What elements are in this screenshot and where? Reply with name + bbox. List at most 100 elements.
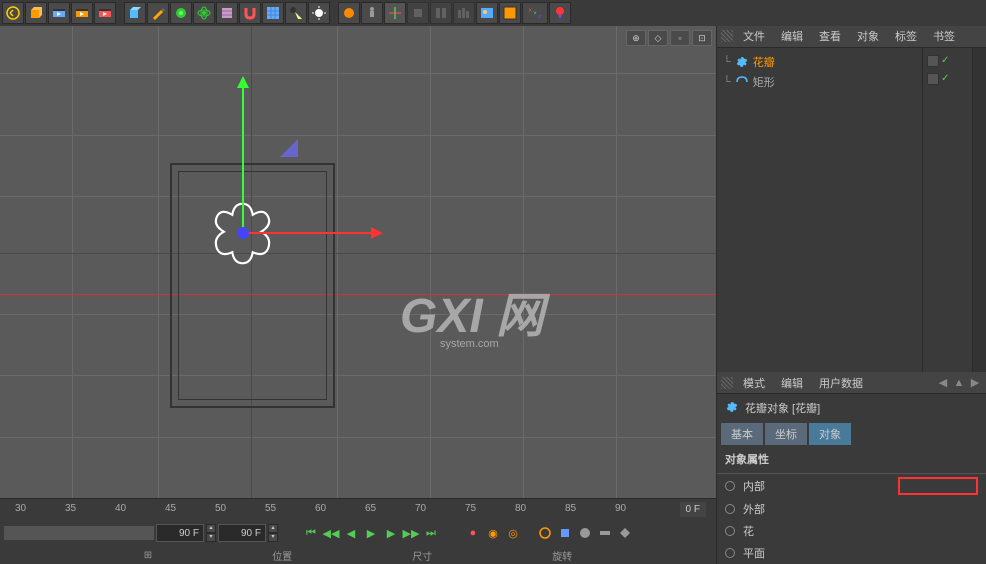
- cube-icon[interactable]: [25, 2, 47, 24]
- menu-mode[interactable]: 模式: [737, 375, 771, 391]
- highlighted-input[interactable]: [898, 477, 978, 495]
- rect-spline-icon: [735, 75, 749, 89]
- obj-item-rect[interactable]: └ 矩形: [721, 72, 918, 92]
- gizmo-center[interactable]: [237, 227, 249, 239]
- magnet-icon[interactable]: [239, 2, 261, 24]
- nav-up-icon[interactable]: ▲: [952, 376, 966, 390]
- top-toolbar: XYZ: [0, 0, 986, 26]
- frame-end-input[interactable]: [218, 524, 266, 542]
- obj-item-petal[interactable]: └ 花瓣: [721, 52, 918, 72]
- render-icon[interactable]: [476, 2, 498, 24]
- menu-object[interactable]: 对象: [851, 28, 885, 44]
- menu-view[interactable]: 查看: [813, 28, 847, 44]
- grip-icon: ⊞: [144, 550, 152, 561]
- spotlight-icon[interactable]: [285, 2, 307, 24]
- grip-icon[interactable]: [721, 30, 733, 42]
- menu-userdata[interactable]: 用户数据: [813, 375, 869, 391]
- atom-icon[interactable]: [193, 2, 215, 24]
- red-guideline: [0, 294, 716, 295]
- pen-icon[interactable]: [147, 2, 169, 24]
- gizmo-plane[interactable]: [280, 139, 298, 157]
- viewport-container: ⊕ ◇ ▫ ⊡: [0, 26, 716, 564]
- deformer-icon[interactable]: [170, 2, 192, 24]
- xyz-icon[interactable]: XYZ: [522, 2, 548, 24]
- tab-coord[interactable]: 坐标: [765, 423, 807, 445]
- autokey-icon[interactable]: ◉: [484, 524, 502, 542]
- spin-up[interactable]: ▴: [206, 524, 216, 533]
- menu-edit[interactable]: 编辑: [775, 28, 809, 44]
- snap3-icon[interactable]: [453, 2, 475, 24]
- film3-icon[interactable]: [94, 2, 116, 24]
- radio-icon[interactable]: [725, 548, 735, 558]
- timeline-controls: ▴▾ ▴▾ ⏮ ◀◀ ◀ ▶ ▶ ▶▶ ⏭ ● ◉ ◎: [0, 520, 716, 546]
- layer-tag[interactable]: [927, 73, 939, 85]
- svg-text:X: X: [529, 7, 533, 13]
- figure-icon[interactable]: [361, 2, 383, 24]
- goto-start-icon[interactable]: ⏮: [302, 524, 320, 542]
- radio-icon[interactable]: [725, 504, 735, 514]
- undo-btn[interactable]: [2, 2, 24, 24]
- grip-icon[interactable]: [721, 377, 733, 389]
- gizmo-y-axis[interactable]: [242, 78, 244, 233]
- render-region-icon[interactable]: [499, 2, 521, 24]
- key-options-icon[interactable]: ◎: [504, 524, 522, 542]
- gizmo-x-axis[interactable]: [243, 232, 381, 234]
- menu-tags[interactable]: 标签: [889, 28, 923, 44]
- next-frame-icon[interactable]: ▶: [382, 524, 400, 542]
- nav-fwd-icon[interactable]: ▶: [968, 376, 982, 390]
- svg-text:Y: Y: [533, 11, 537, 17]
- key-param-icon[interactable]: [596, 524, 614, 542]
- svg-text:Z: Z: [538, 14, 541, 20]
- goto-end-icon[interactable]: ⏭: [422, 524, 440, 542]
- axis-icon[interactable]: [384, 2, 406, 24]
- attr-section-header: 对象属性: [717, 445, 986, 474]
- key-rot-icon[interactable]: [576, 524, 594, 542]
- film1-icon[interactable]: [48, 2, 70, 24]
- record-icon[interactable]: [549, 2, 571, 24]
- attr-petals: 花: [717, 520, 986, 542]
- obj-scrollbar[interactable]: [972, 48, 986, 373]
- vp-widget-3[interactable]: ▫: [670, 30, 690, 46]
- timeline-scrollbar[interactable]: [4, 526, 154, 540]
- tab-object[interactable]: 对象: [809, 423, 851, 445]
- menu-edit[interactable]: 编辑: [775, 375, 809, 391]
- key-pos-icon[interactable]: [536, 524, 554, 542]
- film2-icon[interactable]: [71, 2, 93, 24]
- primitive-icon[interactable]: [124, 2, 146, 24]
- viewport[interactable]: ⊕ ◇ ▫ ⊡: [0, 26, 716, 498]
- timeline-ruler[interactable]: 30 35 40 45 50 55 60 65 70 75 80 85 90 0…: [0, 498, 716, 520]
- snap2-icon[interactable]: [430, 2, 452, 24]
- menu-file[interactable]: 文件: [737, 28, 771, 44]
- vp-widget-1[interactable]: ⊕: [626, 30, 646, 46]
- play-fwd-icon[interactable]: ▶: [362, 524, 380, 542]
- snap1-icon[interactable]: [407, 2, 429, 24]
- record-key-icon[interactable]: ●: [464, 524, 482, 542]
- radio-icon[interactable]: [725, 526, 735, 536]
- current-frame: 0 F: [680, 502, 706, 517]
- attributes-panel: 花瓣对象 [花瓣] 基本 坐标 对象 对象属性 内部 外部 花: [717, 394, 986, 564]
- next-key-icon[interactable]: ▶▶: [402, 524, 420, 542]
- floor-icon[interactable]: [262, 2, 284, 24]
- vp-widget-2[interactable]: ◇: [648, 30, 668, 46]
- key-scale-icon[interactable]: [556, 524, 574, 542]
- coord-labels: ⊞ 位置 尺寸 旋转: [0, 546, 716, 564]
- attr-header: 模式 编辑 用户数据 ◀ ▲ ▶: [717, 372, 986, 394]
- light-icon[interactable]: [308, 2, 330, 24]
- nav-back-icon[interactable]: ◀: [936, 376, 950, 390]
- prev-frame-icon[interactable]: ◀: [342, 524, 360, 542]
- tab-basic[interactable]: 基本: [721, 423, 763, 445]
- sun-icon[interactable]: [338, 2, 360, 24]
- frame-start-input[interactable]: [156, 524, 204, 542]
- cloth-icon[interactable]: [216, 2, 238, 24]
- visible-check-icon[interactable]: ✓: [941, 55, 949, 66]
- radio-icon[interactable]: [725, 481, 735, 491]
- key-pla-icon[interactable]: [616, 524, 634, 542]
- vp-widget-4[interactable]: ⊡: [692, 30, 712, 46]
- layer-tag[interactable]: [927, 55, 939, 67]
- menu-bookmarks[interactable]: 书签: [927, 28, 961, 44]
- flower-icon: [725, 400, 739, 417]
- spin-down[interactable]: ▾: [206, 533, 216, 542]
- prev-key-icon[interactable]: ◀◀: [322, 524, 340, 542]
- visible-check-icon[interactable]: ✓: [941, 73, 949, 84]
- flower-icon: [735, 55, 749, 69]
